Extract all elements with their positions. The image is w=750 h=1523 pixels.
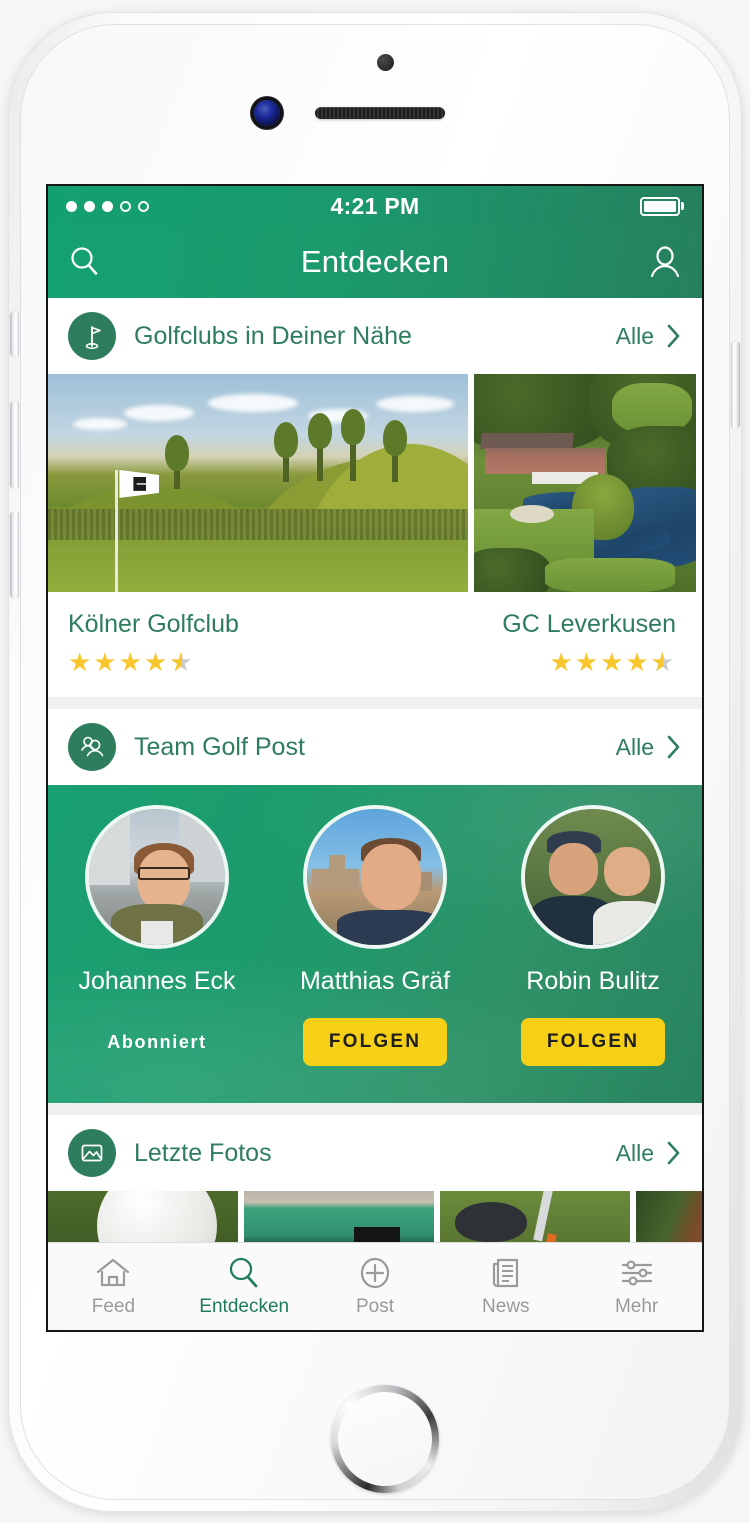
team-member[interactable]: Robin Bulitz FOLGEN — [484, 785, 702, 1103]
search-button[interactable] — [68, 245, 132, 279]
tab-entdecken[interactable]: Entdecken — [179, 1256, 310, 1318]
member-name: Matthias Gräf — [299, 967, 451, 995]
photos-see-all-label: Alle — [615, 1139, 654, 1166]
signal-dot — [84, 200, 95, 212]
clubs-section-header: Golfclubs in Deiner Nähe Alle — [48, 298, 702, 374]
golf-flag-icon — [68, 312, 116, 360]
tab-label: Mehr — [614, 1295, 659, 1317]
avatar — [307, 809, 443, 945]
member-name: Robin Bulitz — [526, 967, 660, 995]
clubs-card: Golfclubs in Deiner Nähe Alle Kölner Gol… — [48, 298, 702, 697]
club-meta: GC Leverkusen ★★★★★ — [474, 592, 696, 697]
team-member[interactable]: Johannes Eck Abonniert — [48, 785, 266, 1103]
battery-indicator — [420, 196, 684, 216]
signal-dot — [120, 201, 131, 212]
tab-mehr[interactable]: Mehr — [571, 1256, 702, 1318]
club-image — [474, 374, 696, 592]
plus-circle-icon — [360, 1257, 390, 1288]
member-action: Abonniert — [107, 1018, 206, 1066]
newspaper-icon — [492, 1258, 518, 1287]
team-section-title: Team Golf Post — [134, 732, 305, 761]
tab-post[interactable]: Post — [310, 1256, 441, 1318]
team-members-panel: Johannes Eck Abonniert Matthias Gräf FOL… — [48, 785, 702, 1103]
proximity-sensor — [377, 54, 394, 71]
member-action: FOLGEN — [520, 1018, 666, 1066]
team-members-grid: Johannes Eck Abonniert Matthias Gräf FOL… — [48, 785, 702, 1103]
club-rating: ★★★★★ — [68, 649, 448, 675]
image-icon — [68, 1129, 116, 1177]
tab-feed[interactable]: Feed — [48, 1256, 179, 1318]
signal-dot — [138, 201, 149, 212]
clubs-section-title: Golfclubs in Deiner Nähe — [134, 321, 412, 350]
chevron-right-icon — [667, 1141, 680, 1165]
profile-button[interactable] — [618, 245, 682, 279]
tab-label: Feed — [91, 1295, 136, 1317]
volume-up-button[interactable] — [10, 402, 19, 488]
chevron-right-icon — [667, 735, 680, 759]
nav-bar: Entdecken — [48, 226, 702, 298]
golf-course-fairway-photo — [48, 374, 468, 592]
profile-icon — [650, 246, 680, 278]
status-bar: 4:21 PM — [48, 186, 702, 226]
search-icon — [230, 1257, 258, 1287]
follow-button[interactable]: FOLGEN — [302, 1018, 448, 1066]
search-icon — [71, 247, 98, 275]
photos-card: Letzte Fotos Alle — [48, 1115, 702, 1253]
home-icon — [97, 1258, 130, 1286]
tab-label: Post — [355, 1295, 394, 1317]
team-section-header: Team Golf Post Alle — [48, 709, 702, 785]
volume-down-button[interactable] — [10, 512, 19, 598]
battery-icon — [640, 196, 680, 216]
page-title: Entdecken — [300, 244, 450, 279]
photos-section-title: Letzte Fotos — [134, 1138, 272, 1167]
home-button[interactable] — [331, 1385, 439, 1493]
club-rating: ★★★★★ — [494, 649, 676, 675]
screenshot-stage: 4:21 PM Entdecken Golfclubs in Deiner Nä… — [0, 0, 750, 1523]
clubs-row: Kölner Golfclub ★★★★★ ★ GC Leverkusen ★★… — [48, 374, 702, 697]
front-camera — [254, 100, 280, 126]
signal-strength — [66, 200, 330, 212]
club-name: Kölner Golfclub — [68, 610, 239, 638]
photos-see-all-link[interactable]: Alle — [616, 1140, 682, 1167]
bottom-tab-bar: Feed Entdecken Post News Mehr — [48, 1242, 702, 1330]
tab-news[interactable]: News — [440, 1256, 571, 1318]
golf-clubhouse-aerial-photo — [474, 374, 696, 592]
clubs-see-all-link[interactable]: Alle — [616, 323, 682, 350]
chevron-right-icon — [667, 324, 680, 348]
club-image — [48, 374, 468, 592]
team-card: Team Golf Post Alle Johannes Eck Abonnie… — [48, 709, 702, 1103]
avatar — [89, 809, 225, 945]
signal-dot — [102, 200, 113, 212]
photos-section-header: Letzte Fotos Alle — [48, 1115, 702, 1191]
people-icon — [68, 723, 116, 771]
phone-screen: 4:21 PM Entdecken Golfclubs in Deiner Nä… — [48, 186, 702, 1330]
power-button[interactable] — [731, 342, 740, 428]
member-action: FOLGEN — [302, 1018, 448, 1066]
follow-button[interactable]: FOLGEN — [520, 1018, 666, 1066]
team-see-all-link[interactable]: Alle — [616, 734, 682, 761]
sliders-icon — [621, 1259, 652, 1286]
signal-dot — [66, 200, 77, 212]
club-name: GC Leverkusen — [502, 610, 676, 638]
club-meta: Kölner Golfclub ★★★★★ — [48, 592, 468, 697]
subscribed-label: Abonniert — [107, 1031, 207, 1052]
tab-label: Entdecken — [199, 1295, 290, 1317]
club-card[interactable]: GC Leverkusen ★★★★★ — [474, 374, 696, 697]
earpiece-speaker — [315, 107, 445, 119]
avatar — [525, 809, 661, 945]
mute-switch[interactable] — [10, 312, 19, 356]
battery-cap — [681, 202, 684, 210]
status-time: 4:21 PM — [330, 192, 420, 219]
member-name: Johannes Eck — [78, 967, 236, 995]
team-see-all-label: Alle — [615, 733, 654, 760]
club-card[interactable]: Kölner Golfclub ★★★★★ — [48, 374, 474, 697]
clubs-see-all-label: Alle — [615, 322, 654, 349]
team-member[interactable]: Matthias Gräf FOLGEN — [266, 785, 484, 1103]
tab-label: News — [482, 1295, 530, 1317]
